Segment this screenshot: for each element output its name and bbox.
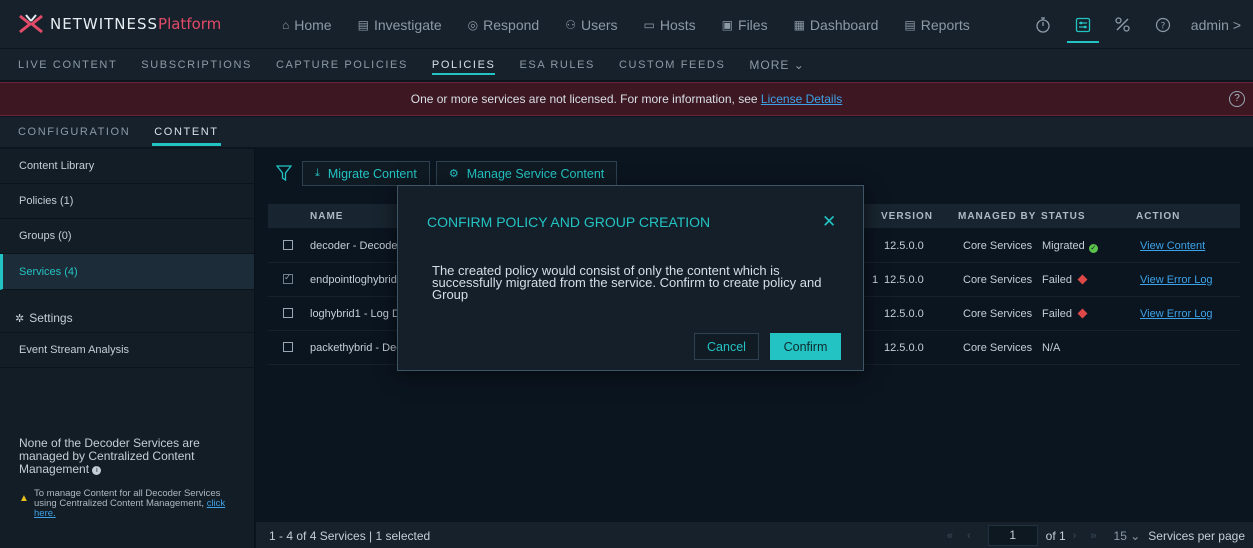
column-name[interactable]: NAME [310, 211, 343, 222]
first-page-icon[interactable]: « [947, 530, 953, 542]
nav-files[interactable]: ▣ Files [722, 17, 768, 33]
config-tabs: CONFIGURATION CONTENT [0, 117, 1253, 148]
manage-service-content-button[interactable]: ⚙ Manage Service Content [435, 161, 618, 186]
sidebar-settings-header: ✲ Settings [0, 290, 254, 333]
nav-reports[interactable]: ▤ Reports [904, 17, 969, 33]
svg-text:?: ? [1160, 21, 1165, 31]
filter-icon[interactable] [275, 164, 294, 183]
netwitness-logo-icon [18, 14, 44, 34]
pagination: « ‹ 1 of 1 › » 15 ⌄ Services per page [940, 522, 1245, 548]
sidebar-item-event-stream-analysis[interactable]: Event Stream Analysis [0, 333, 254, 368]
admin-subnav: LIVE CONTENT SUBSCRIPTIONS CAPTURE POLIC… [0, 49, 1253, 81]
tab-configuration[interactable]: CONFIGURATION [18, 117, 130, 148]
selection-count: 1 - 4 of 4 Services | 1 selected [269, 529, 431, 543]
confirm-policy-dialog: CONFIRM POLICY AND GROUP CREATION ✕ The … [397, 185, 864, 371]
nav-home[interactable]: ⌂ Home [282, 17, 332, 33]
info-icon[interactable]: i [92, 466, 102, 475]
failed-error-icon [1077, 308, 1088, 319]
last-page-icon[interactable]: » [1090, 530, 1096, 542]
banner-help-icon[interactable]: ? [1229, 91, 1245, 107]
total-pages: 1 [1059, 528, 1066, 543]
subnav-more-dropdown[interactable]: MORE ⌄ [749, 49, 804, 81]
row-checkbox[interactable] [283, 308, 293, 318]
banner-text: One or more services are not licensed. F… [410, 92, 761, 106]
nav-respond[interactable]: ◎ Respond [468, 17, 540, 33]
help-icon[interactable]: ? [1143, 0, 1183, 49]
nav-right-tools: ? admin > [1023, 0, 1253, 49]
tools-icon[interactable] [1103, 0, 1143, 49]
content-sidebar: Content Library Policies (1) Groups (0) … [0, 149, 255, 548]
stopwatch-icon[interactable] [1023, 0, 1063, 49]
files-icon: ▣ [721, 17, 734, 32]
license-warning-banner: One or more services are not licensed. F… [0, 82, 1253, 116]
column-action[interactable]: ACTION [1136, 211, 1180, 222]
migrate-content-button[interactable]: ⤓ Migrate Content [302, 161, 430, 186]
migrated-check-icon: ✓ [1088, 244, 1098, 253]
download-icon: ⤓ [315, 167, 320, 179]
tab-content[interactable]: CONTENT [152, 117, 222, 148]
subnav-capture-policies[interactable]: CAPTURE POLICIES [276, 49, 408, 81]
confirm-button[interactable]: Confirm [770, 333, 841, 360]
per-page-select[interactable]: 15 ⌄ [1114, 529, 1141, 543]
home-icon: ⌂ [282, 17, 290, 32]
dialog-message: The created policy would consist of only… [432, 263, 822, 302]
gear-icon: ⚙ [448, 168, 459, 180]
close-icon[interactable]: ✕ [822, 212, 836, 232]
investigate-icon: ▤ [357, 17, 369, 32]
hosts-icon: ▭ [643, 17, 655, 32]
of-label: of [1045, 528, 1056, 543]
sidebar-item-content-library[interactable]: Content Library [0, 149, 254, 184]
nav-investigate[interactable]: ▤ Investigate [358, 17, 442, 33]
failed-error-icon [1077, 274, 1088, 285]
view-content-link[interactable]: View Content [1140, 240, 1205, 252]
nav-dashboard[interactable]: ▦ Dashboard [794, 17, 879, 33]
sidebar-ccm-note: None of the Decoder Services are managed… [19, 436, 200, 476]
row-checkbox[interactable] [283, 240, 293, 250]
users-icon: ⚇ [565, 17, 576, 32]
view-error-log-link[interactable]: View Error Log [1140, 274, 1213, 286]
netwitness-logo[interactable]: NETWITNESSPlatform [18, 14, 221, 34]
logo-text: NETWITNESSPlatform [50, 15, 222, 33]
next-page-icon[interactable]: › [1073, 530, 1077, 542]
row-checkbox[interactable] [283, 342, 293, 352]
services-toolbar: ⤓ Migrate Content ⚙ Manage Service Content [275, 161, 623, 186]
subnav-esa-rules[interactable]: ESA RULES [519, 49, 595, 81]
subnav-policies[interactable]: POLICIES [431, 49, 496, 81]
reports-icon: ▤ [904, 17, 916, 32]
sidebar-ccm-warning: ▲ To manage Content for all Decoder Serv… [19, 488, 226, 519]
dialog-title: CONFIRM POLICY AND GROUP CREATION [427, 214, 711, 230]
admin-panel-icon[interactable] [1063, 0, 1103, 49]
respond-icon: ◎ [467, 17, 479, 32]
dashboard-icon: ▦ [793, 17, 805, 32]
column-status[interactable]: STATUS [1041, 211, 1086, 222]
view-error-log-link[interactable]: View Error Log [1140, 308, 1213, 320]
warning-icon: ▲ [19, 493, 29, 504]
column-version[interactable]: VERSION [881, 211, 933, 222]
page-number-input[interactable]: 1 [987, 525, 1038, 546]
top-navigation-bar: NETWITNESSPlatform ⌂ Home ▤ Investigate ◎ R… [0, 0, 1253, 49]
subnav-subscriptions[interactable]: SUBSCRIPTIONS [141, 49, 252, 81]
gear-icon: ✲ [15, 313, 25, 325]
prev-page-icon[interactable]: ‹ [967, 530, 971, 542]
cancel-button[interactable]: Cancel [694, 333, 759, 360]
sidebar-item-groups[interactable]: Groups (0) [0, 219, 254, 254]
subnav-custom-feeds[interactable]: CUSTOM FEEDS [619, 49, 725, 81]
main-nav: ⌂ Home ▤ Investigate ◎ Respond ⚇ Users ▭ Host… [282, 0, 996, 49]
sidebar-item-policies[interactable]: Policies (1) [0, 184, 254, 219]
license-details-link[interactable]: License Details [761, 92, 842, 106]
column-managed-by[interactable]: MANAGED BY [958, 211, 1036, 222]
nav-users[interactable]: ⚇ Users [565, 17, 617, 33]
row-checkbox-checked[interactable] [283, 272, 293, 284]
user-menu[interactable]: admin > [1183, 17, 1253, 33]
nav-hosts[interactable]: ▭ Hosts [644, 17, 696, 33]
per-page-label: Services per page [1148, 528, 1245, 543]
table-footer: 1 - 4 of 4 Services | 1 selected « ‹ 1 o… [256, 521, 1253, 548]
sidebar-item-services[interactable]: Services (4) [0, 254, 254, 290]
subnav-live-content[interactable]: LIVE CONTENT [18, 49, 117, 81]
